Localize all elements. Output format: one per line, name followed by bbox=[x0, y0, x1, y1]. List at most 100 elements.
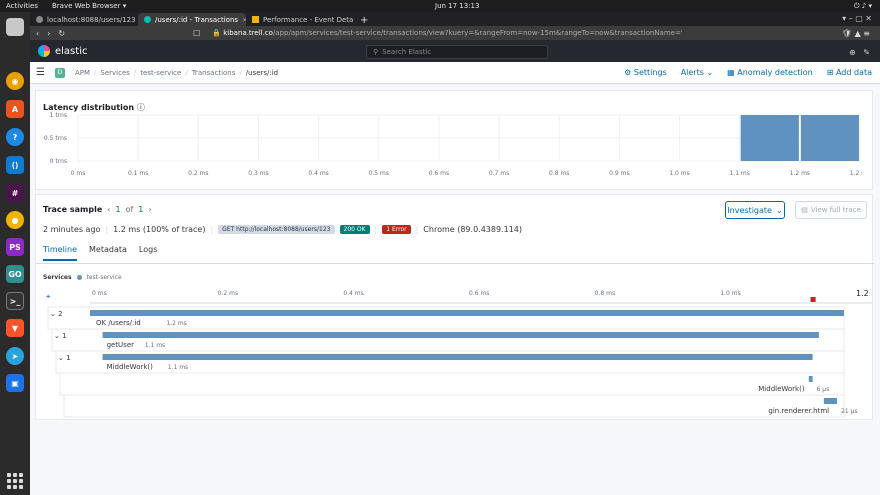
timestamp: 2 minutes ago bbox=[43, 225, 101, 234]
forward-icon[interactable]: › bbox=[47, 29, 50, 38]
add-data-label: Add data bbox=[835, 68, 872, 77]
x-tick-label: 0.3 ms bbox=[248, 170, 268, 177]
breadcrumb-current: /users/:id bbox=[245, 68, 279, 77]
menu-icon[interactable]: ☰ bbox=[36, 67, 45, 78]
tab-metadata[interactable]: Metadata bbox=[89, 245, 127, 261]
tab-label: /users/:id - Transactions bbox=[155, 15, 239, 24]
plus-icon: ⊞ bbox=[826, 68, 834, 77]
span-bar bbox=[102, 332, 819, 338]
kibana-favicon-icon bbox=[144, 16, 151, 23]
alerts-menu[interactable]: Alerts ⌄ bbox=[681, 68, 713, 77]
breadcrumb-apm[interactable]: APM bbox=[75, 69, 90, 77]
settings-link[interactable]: ⚙ Settings bbox=[624, 68, 667, 77]
reload-icon[interactable]: ↻ bbox=[58, 29, 65, 38]
space-selector[interactable]: D bbox=[54, 67, 65, 78]
system-tray-icon[interactable]: ⏻ ♪ ▾ bbox=[854, 2, 872, 11]
x-tick-label: 0.7 ms bbox=[489, 170, 509, 177]
breadcrumb-services[interactable]: Services bbox=[100, 69, 130, 77]
prev-sample-button[interactable]: ‹ bbox=[107, 205, 110, 214]
span-duration: 21 μs bbox=[841, 408, 858, 415]
x-tick-label: 0.6 ms bbox=[429, 170, 449, 177]
status-badge: 200 OK bbox=[339, 225, 370, 234]
browser-tab-localhost[interactable]: localhost:8088/users/123 × bbox=[30, 13, 138, 26]
error-marker bbox=[810, 297, 816, 302]
activities-button[interactable]: Activities bbox=[6, 2, 38, 10]
trace-sample-header: Trace sample ‹ 1 of 1 › bbox=[43, 205, 152, 214]
vscode-icon[interactable]: ⟨⟩ bbox=[6, 156, 24, 174]
anomaly-detection-link[interactable]: ▦ Anomaly detection bbox=[727, 68, 813, 77]
tab-logs[interactable]: Logs bbox=[139, 245, 157, 261]
browser-window: localhost:8088/users/123 × /users/:id - … bbox=[30, 12, 880, 495]
url-field[interactable]: 🔒 kibana.trell.co/app/apm/services/test-… bbox=[212, 29, 682, 37]
globe-icon bbox=[36, 16, 43, 23]
back-icon[interactable]: ‹ bbox=[36, 29, 39, 38]
help-icon[interactable]: ⊕ bbox=[849, 48, 856, 57]
elastic-logo-icon[interactable] bbox=[38, 45, 50, 57]
add-data-link[interactable]: ⊞ Add data bbox=[827, 68, 872, 77]
x-tick-label: 0.8 ms bbox=[549, 170, 569, 177]
window-controls[interactable]: ▾ – ▢ ✕ bbox=[842, 14, 872, 23]
app-subheader: ☰ D APM / Services / test-service / Transac… bbox=[30, 62, 880, 84]
help-icon[interactable]: ? bbox=[6, 128, 24, 146]
new-tab-button[interactable]: + bbox=[354, 15, 374, 26]
total-pages[interactable]: 1 bbox=[138, 205, 143, 214]
timeline-row bbox=[59, 372, 845, 396]
span-duration: 1.1 ms bbox=[168, 364, 188, 371]
page-input[interactable]: 1 bbox=[115, 205, 120, 214]
alerts-label: Alerts bbox=[680, 68, 704, 77]
tab-label: Performance - Event Details bbox=[263, 15, 354, 24]
error-badge[interactable]: 1 Error bbox=[382, 225, 411, 234]
terminal-icon[interactable]: >_ bbox=[6, 292, 24, 310]
show-apps-icon[interactable] bbox=[7, 473, 23, 489]
phpstorm-icon[interactable]: PS bbox=[6, 238, 24, 256]
files-icon[interactable] bbox=[6, 18, 24, 36]
rhythmbox-icon[interactable]: ◉ bbox=[6, 72, 24, 90]
y-tick-label: 1 trns bbox=[50, 112, 67, 119]
browser-tab-performance[interactable]: Performance - Event Details × bbox=[246, 13, 354, 26]
span-bar bbox=[90, 310, 844, 316]
view-full-trace-button[interactable]: ▤ View full trace bbox=[795, 201, 867, 219]
y-tick-label: 0.5 trns bbox=[44, 135, 67, 142]
goland-icon[interactable]: GO bbox=[6, 265, 24, 283]
anomaly-label: Anomaly detection bbox=[737, 68, 813, 77]
investigate-button[interactable]: Investigate ⌄ bbox=[725, 201, 785, 219]
row-toggle: ⌄ 1 bbox=[58, 354, 71, 362]
next-sample-button[interactable]: › bbox=[148, 205, 151, 214]
app-menu[interactable]: Brave Web Browser ▾ bbox=[52, 2, 126, 10]
timeline-row bbox=[63, 394, 845, 418]
brave-shields-icon[interactable]: 🛡 ▲ ≡ bbox=[842, 29, 870, 38]
chrome-icon[interactable]: ● bbox=[6, 211, 24, 229]
software-center-icon[interactable]: A bbox=[6, 100, 24, 118]
breadcrumb-transactions[interactable]: Transactions bbox=[192, 69, 236, 77]
latency-bar bbox=[740, 115, 799, 161]
axis-tick-label: 0 ms bbox=[92, 290, 107, 297]
axis-tick-label: 1.0 ms bbox=[720, 290, 740, 297]
ml-icon: ▦ bbox=[727, 68, 735, 77]
breadcrumb-service[interactable]: test-service bbox=[140, 69, 181, 77]
tab-timeline[interactable]: Timeline bbox=[43, 245, 78, 261]
slack-icon[interactable]: # bbox=[6, 184, 24, 202]
header-actions: ⚙ Settings Alerts ⌄ ▦ Anomaly detection … bbox=[624, 68, 872, 77]
browser-tab-transactions[interactable]: /users/:id - Transactions × bbox=[138, 13, 246, 26]
main-content: Latency distribution ⓘ 1 trns 0.5 trns 0 t… bbox=[30, 84, 880, 495]
span-duration: 6 μs bbox=[817, 386, 830, 393]
span-bar bbox=[102, 354, 813, 360]
screenshot-icon[interactable]: ▣ bbox=[6, 374, 24, 392]
telegram-icon[interactable]: ➤ bbox=[6, 347, 24, 365]
trace-tabs: Timeline Metadata Logs bbox=[43, 245, 157, 261]
url-host: kibana.trell.co bbox=[223, 29, 273, 37]
y-tick-label: 0 trns bbox=[50, 158, 67, 165]
service-color-dot bbox=[76, 275, 82, 280]
chevron-down-icon: ⌄ bbox=[706, 68, 714, 77]
trace-meta: 2 minutes ago | 1.2 ms (100% of trace) |… bbox=[43, 225, 522, 234]
span-duration: 1.1 ms bbox=[145, 342, 165, 349]
clock[interactable]: Jun 17 13:13 bbox=[435, 2, 479, 10]
brand[interactable]: elastic bbox=[55, 46, 87, 57]
row-toggle: ⌄ 2 bbox=[50, 310, 63, 318]
newsfeed-icon[interactable]: ✎ bbox=[863, 48, 870, 57]
brave-icon[interactable]: ▼ bbox=[6, 319, 24, 337]
global-search-input[interactable]: ⚲ Search Elastic bbox=[366, 45, 548, 59]
divider bbox=[36, 263, 874, 264]
bookmark-icon[interactable]: ☐ bbox=[193, 29, 200, 38]
axis-tick-label: 0.2 ms bbox=[218, 290, 238, 297]
